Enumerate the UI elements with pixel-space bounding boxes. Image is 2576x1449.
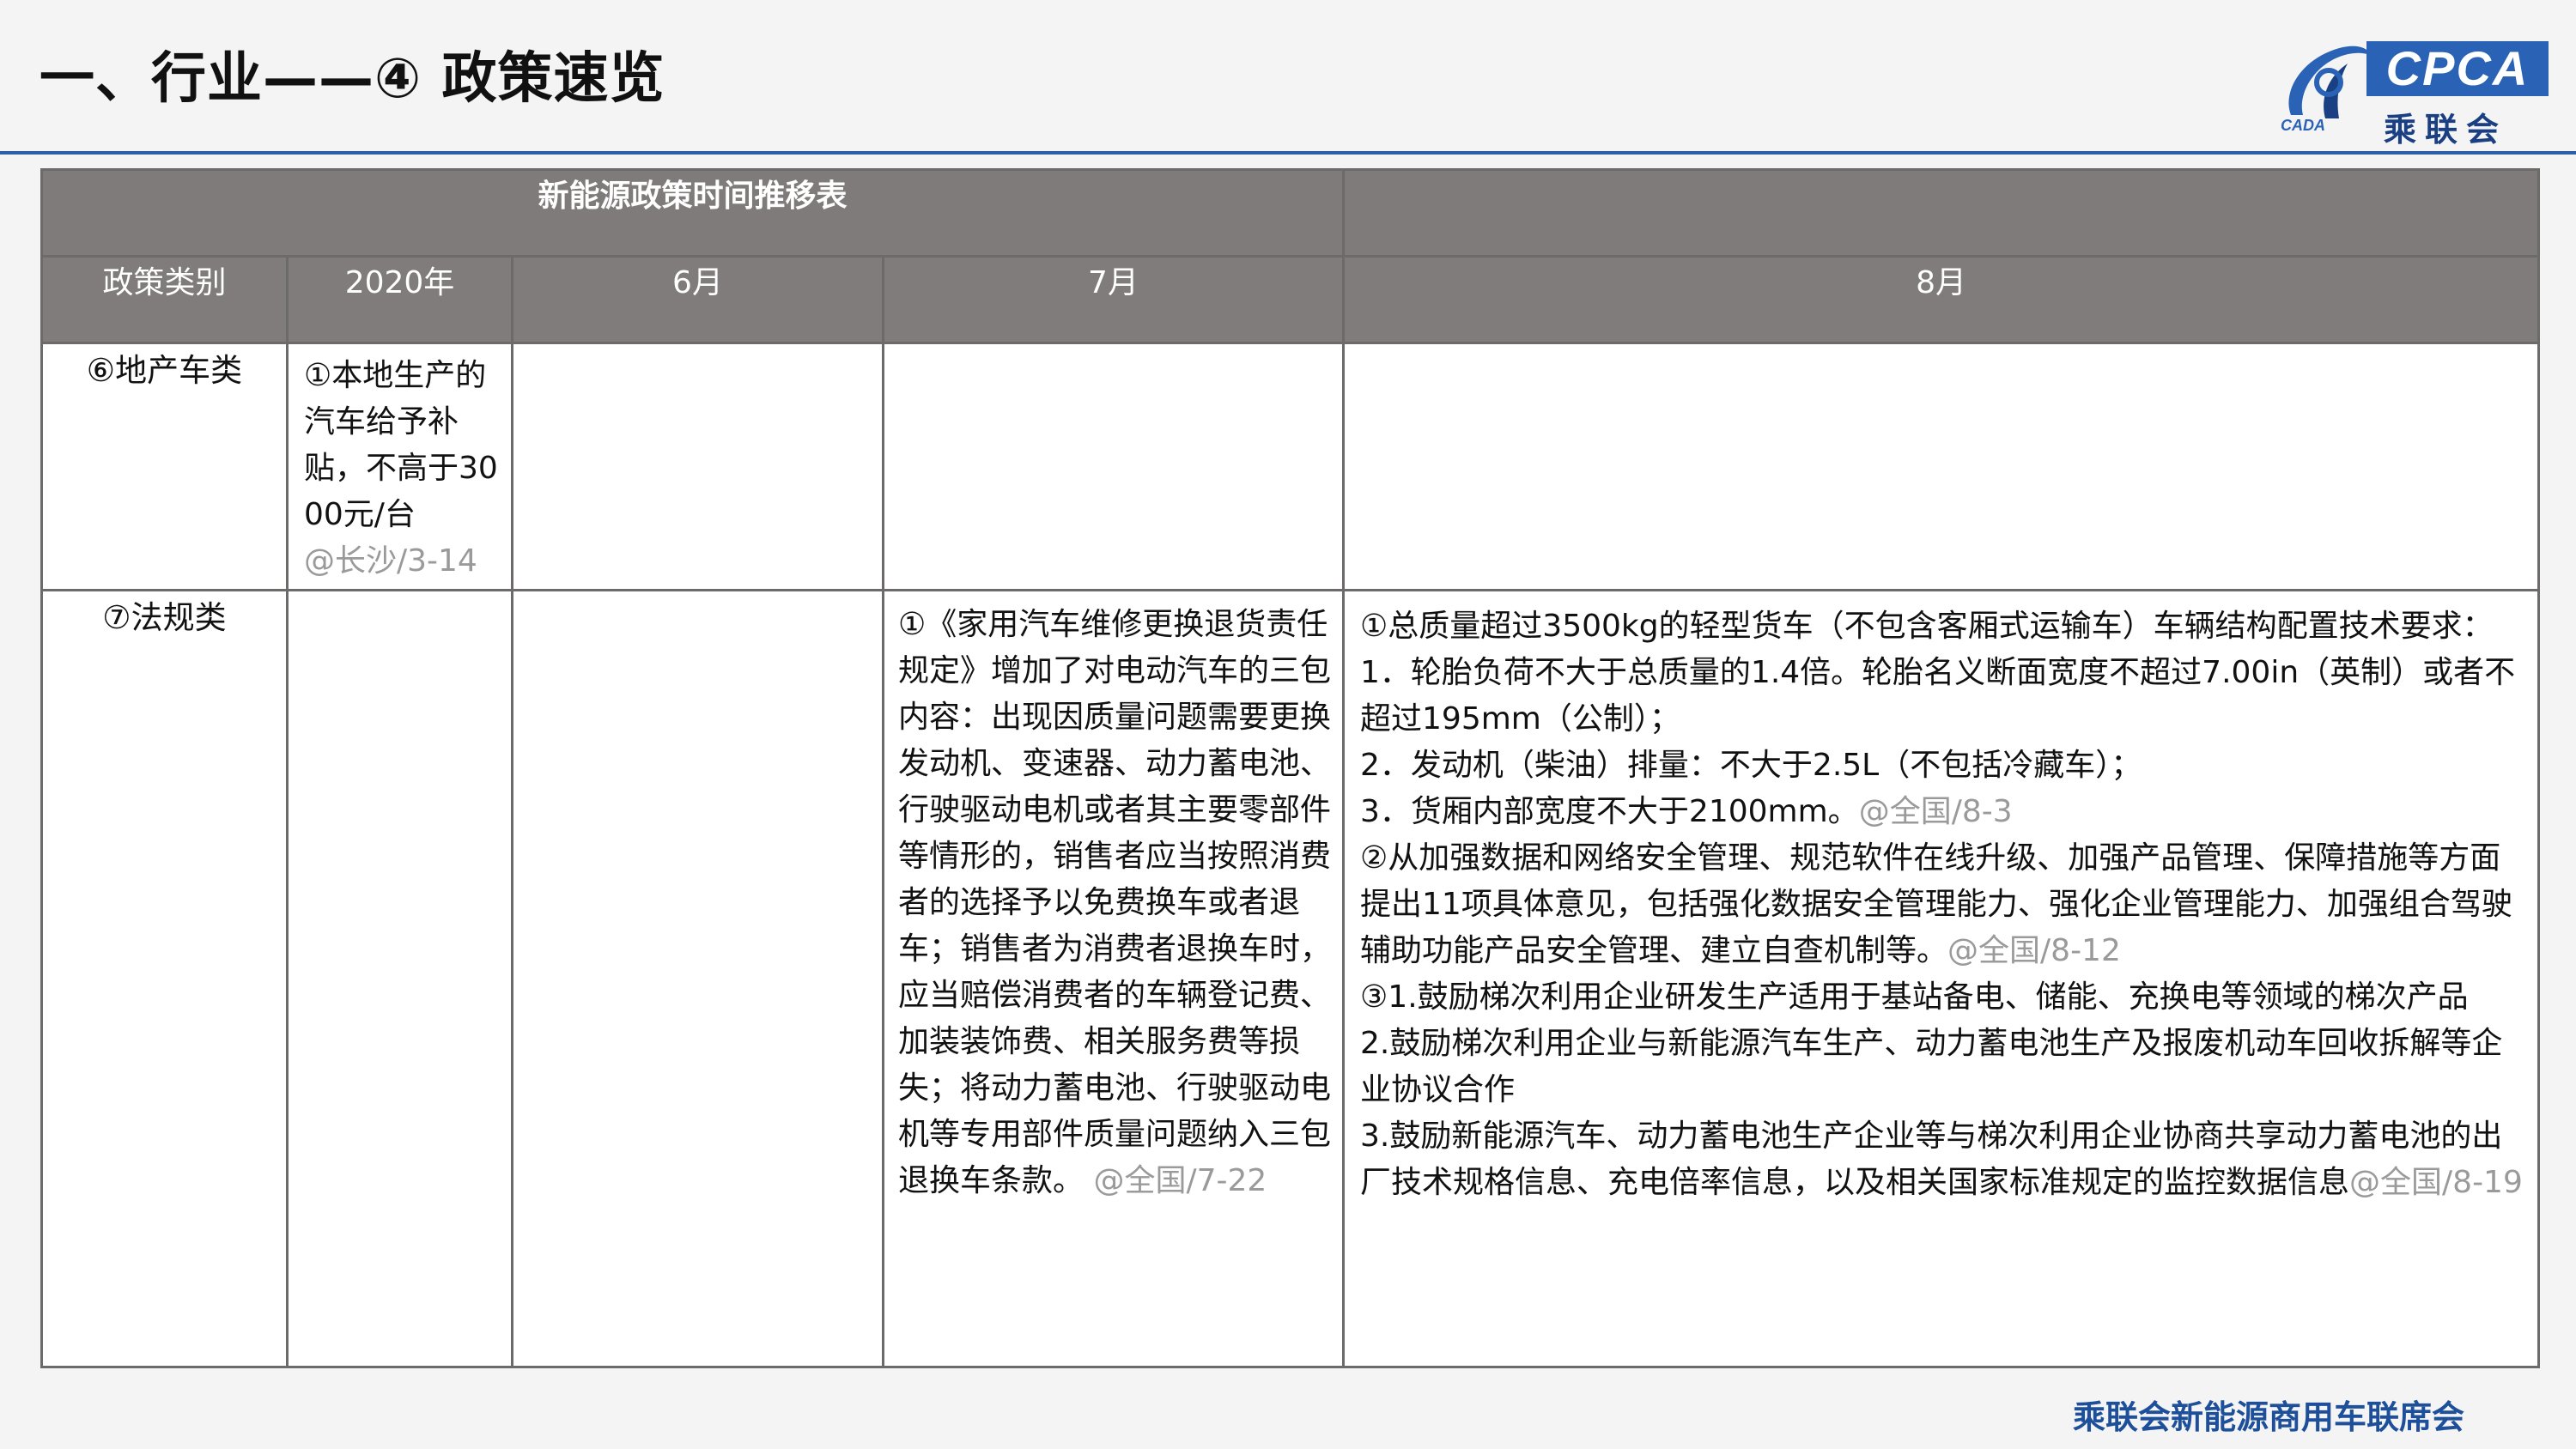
policy-line: 1．轮胎负荷不大于总质量的1.4倍。轮胎名义断面宽度不超过7.00in（英制）或…	[1360, 655, 2516, 737]
table-title: 新能源政策时间推移表	[39, 168, 1346, 258]
cell-july	[881, 342, 1346, 591]
policy-source: @全国/8-19	[2349, 1165, 2523, 1200]
column-header-july: 7月	[881, 255, 1346, 344]
cell-july: ①《家用汽车维修更换退货责任规定》增加了对电动汽车的三包内容：出现因质量问题需要…	[881, 589, 1346, 1368]
policy-text: ①《家用汽车维修更换退货责任规定》增加了对电动汽车的三包内容：出现因质量问题需要…	[898, 607, 1332, 1198]
column-header-june: 6月	[511, 255, 884, 344]
row-category: ⑦法规类	[40, 589, 289, 1368]
cell-june	[511, 589, 884, 1368]
page-title: 一、行业——④ 政策速览	[39, 47, 665, 111]
footer-organization: 乘联会新能源商用车联席会	[2073, 1398, 2465, 1436]
table-row: ⑦法规类 ①《家用汽车维修更换退货责任规定》增加了对电动汽车的三包内容：出现因质…	[40, 589, 2541, 1368]
cell-2020	[286, 589, 513, 1368]
policy-source: @长沙/3-14	[304, 543, 477, 579]
policy-source: @全国/7-22	[1093, 1163, 1267, 1198]
cell-june	[511, 342, 884, 591]
policy-line: ③1.鼓励梯次利用企业研发生产适用于基站备电、储能、充换电等领域的梯次产品	[1360, 979, 2469, 1015]
policy-line: 3．货厢内部宽度不大于2100mm。	[1360, 794, 1859, 829]
cell-august: ①总质量超过3500kg的轻型货车（不包含客厢式运输车）车辆结构配置技术要求： …	[1342, 589, 2541, 1368]
policy-line: 2.鼓励梯次利用企业与新能源汽车生产、动力蓄电池生产及报废机动车回收拆解等企业协…	[1360, 1026, 2503, 1107]
column-header-august: 8月	[1342, 255, 2541, 344]
table-header-row: 政策类别 2020年 6月 7月 8月	[40, 255, 2541, 344]
policy-source: @全国/8-3	[1858, 794, 2013, 829]
policy-source: @全国/8-12	[1947, 933, 2121, 968]
table-title-blank	[1342, 168, 2541, 258]
cpca-logo: CPCA 乘联会 CADA	[2274, 31, 2549, 149]
policy-timeline-table: 新能源政策时间推移表 政策类别 2020年 6月 7月 8月 ⑥地产车类 ①本地…	[39, 168, 2541, 1368]
logo-brand-cn: 乘联会	[2384, 111, 2508, 149]
logo-brand: CPCA	[2366, 41, 2549, 96]
policy-line: 3.鼓励新能源汽车、动力蓄电池生产企业等与梯次利用企业协商共享动力蓄电池的出厂技…	[1360, 1119, 2503, 1200]
policy-line: ①总质量超过3500kg的轻型货车（不包含客厢式运输车）车辆结构配置技术要求：	[1360, 609, 2494, 644]
policy-text: ①本地生产的汽车给予补贴，不高于3000元/台	[304, 358, 498, 532]
cell-august	[1342, 342, 2541, 591]
column-header-category: 政策类别	[40, 255, 289, 344]
logo-emblem-text: CADA	[2281, 117, 2325, 134]
table-row: ⑥地产车类 ①本地生产的汽车给予补贴，不高于3000元/台 @长沙/3-14	[40, 342, 2541, 591]
column-header-2020: 2020年	[286, 255, 513, 344]
header-rule	[0, 151, 2576, 155]
policy-line: 2．发动机（柴油）排量：不大于2.5L（不包括冷藏车）；	[1360, 748, 2142, 783]
policy-line: ②从加强数据和网络安全管理、规范软件在线升级、加强产品管理、保障措施等方面提出1…	[1360, 840, 2512, 968]
row-category: ⑥地产车类	[40, 342, 289, 591]
table-title-row: 新能源政策时间推移表	[39, 168, 2541, 258]
cell-2020: ①本地生产的汽车给予补贴，不高于3000元/台 @长沙/3-14	[286, 342, 513, 591]
